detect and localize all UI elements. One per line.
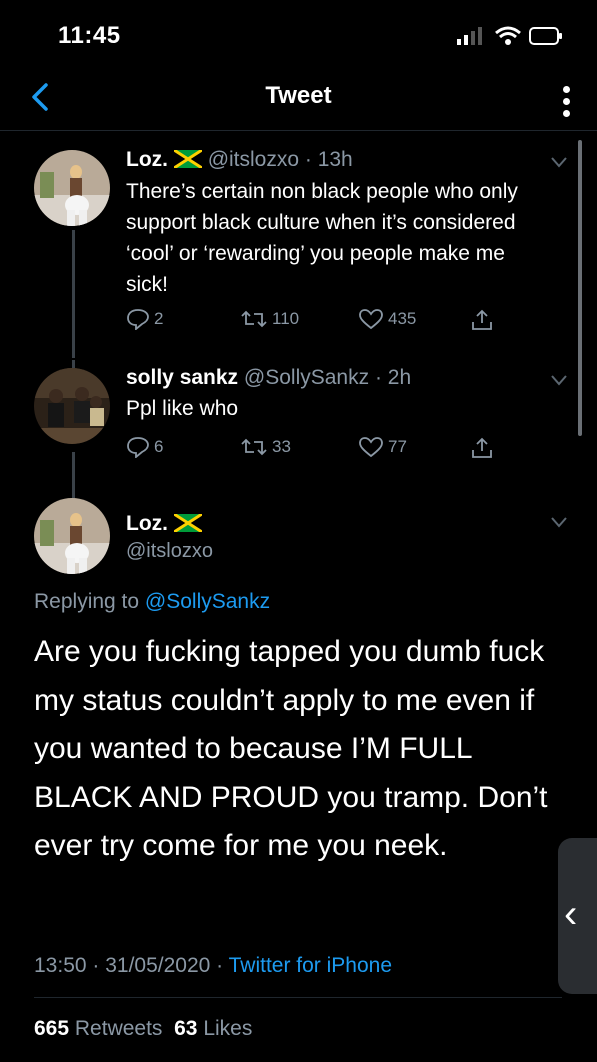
display-name: Loz. — [126, 512, 168, 535]
status-time: 11:45 — [58, 22, 121, 49]
display-name[interactable]: Loz. — [126, 148, 168, 171]
reply-icon — [127, 309, 149, 330]
like-count: 77 — [388, 437, 407, 456]
tweet-source-link[interactable]: Twitter for iPhone — [229, 954, 392, 977]
battery-icon — [529, 27, 562, 45]
share-button[interactable] — [470, 436, 498, 460]
retweet-count: 33 — [272, 437, 291, 456]
more-vertical-icon[interactable] — [563, 86, 571, 122]
retweet-button[interactable]: 33 — [240, 436, 291, 458]
share-icon — [472, 437, 492, 458]
handle-time: @SollySankz · 2h — [243, 366, 412, 389]
main-tweet-handle[interactable]: @itslozxo — [126, 540, 213, 563]
replying-prefix: Replying to — [34, 590, 140, 613]
tweet-header: Loz. @itslozxo · 13h — [126, 148, 353, 172]
chevron-left-icon: ‹ — [564, 892, 578, 936]
retweet-total: 665 — [34, 1017, 70, 1040]
like-total: 63 — [174, 1017, 198, 1040]
jamaica-flag-icon — [173, 512, 203, 534]
thread-line — [72, 360, 75, 368]
like-button[interactable]: 435 — [358, 308, 416, 330]
main-tweet-author[interactable]: Loz. — [126, 512, 203, 536]
reply-button[interactable]: 6 — [126, 436, 163, 458]
replying-to: Replying to @SollySankz — [34, 590, 270, 614]
tweet-text: There’s certain non black people who onl… — [126, 180, 518, 296]
chevron-down-icon[interactable] — [551, 516, 567, 528]
share-button[interactable] — [470, 308, 498, 332]
tweet-actions: 6 33 77 — [126, 436, 546, 466]
tweet-timestamp: 13:50 · 31/05/2020 · Twitter for iPhone — [34, 954, 392, 978]
retweet-count: 110 — [272, 309, 300, 328]
avatar[interactable] — [34, 150, 110, 226]
reply-button[interactable]: 2 — [126, 308, 163, 330]
thread-line — [72, 452, 75, 500]
avatar[interactable] — [34, 368, 110, 444]
reply-count: 2 — [154, 309, 164, 328]
share-icon — [472, 309, 492, 330]
display-name[interactable]: solly sankz — [126, 366, 238, 389]
like-count: 435 — [388, 309, 417, 328]
main-tweet-text: Are you fucking tapped you dumb fuck my … — [34, 635, 548, 862]
nav-bar: Tweet — [0, 70, 597, 131]
likes-stat[interactable]: 63 Likes — [174, 1017, 252, 1040]
chevron-down-icon[interactable] — [551, 156, 567, 168]
reply-count: 6 — [154, 437, 164, 456]
divider — [34, 997, 562, 998]
tweet-text: Ppl like who — [126, 397, 239, 420]
tweet-stats: 665 Retweets 63 Likes — [34, 1017, 252, 1041]
replying-to-link[interactable]: @SollySankz — [145, 590, 270, 613]
jamaica-flag-icon — [173, 148, 203, 170]
like-icon — [359, 437, 383, 458]
avatar[interactable] — [34, 498, 110, 574]
status-bar: 11:45 — [0, 0, 597, 70]
wifi-icon — [495, 26, 521, 45]
likes-label: Likes — [203, 1017, 253, 1040]
page-title: Tweet — [265, 82, 332, 109]
signal-icon — [457, 27, 482, 45]
side-drawer-handle[interactable]: ‹ — [558, 838, 597, 994]
chevron-down-icon[interactable] — [551, 374, 567, 386]
retweets-stat[interactable]: 665 Retweets — [34, 1017, 162, 1040]
thread-tweet-1[interactable]: Loz. @itslozxo · 13h There’s certain non… — [0, 140, 597, 360]
like-button[interactable]: 77 — [358, 436, 407, 458]
thread-line — [72, 230, 75, 358]
retweets-label: Retweets — [74, 1017, 163, 1040]
handle-time: @itslozxo · 13h — [207, 148, 353, 171]
tweet-actions: 2 110 435 — [126, 308, 546, 338]
thread-tweet-2[interactable]: solly sankz @SollySankz · 2h Ppl like wh… — [0, 360, 597, 500]
retweet-icon — [241, 310, 267, 328]
retweet-icon — [241, 438, 267, 456]
time-date: 13:50 · 31/05/2020 · — [34, 954, 229, 977]
reply-icon — [127, 437, 149, 458]
like-icon — [359, 309, 383, 330]
status-icons — [457, 26, 563, 46]
retweet-button[interactable]: 110 — [240, 308, 299, 330]
tweet-header: solly sankz @SollySankz · 2h — [126, 366, 411, 390]
